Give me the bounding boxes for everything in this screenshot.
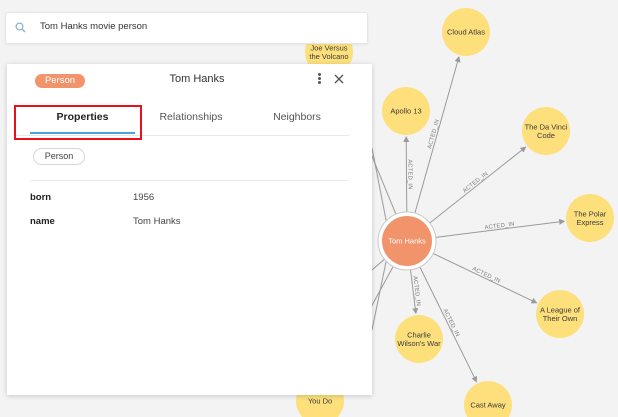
movie-node[interactable]: The Da VinciCode <box>522 107 570 155</box>
movie-node[interactable]: The PolarExpress <box>566 194 614 242</box>
edge-label: ACTED_IN <box>462 171 489 194</box>
movie-node-label: Cast Away <box>470 401 506 410</box>
movie-node[interactable]: Cast Away <box>464 381 512 417</box>
person-node-label: Tom Hanks <box>388 237 426 246</box>
tab-neighbors[interactable]: Neighbors <box>252 108 342 136</box>
section-divider <box>30 180 348 181</box>
search-input[interactable]: Tom Hanks movie person <box>40 21 147 32</box>
node-label-badge[interactable]: Person <box>35 74 85 88</box>
movie-node[interactable]: Cloud Atlas <box>442 8 490 56</box>
movie-node-label: Their Own <box>543 314 578 323</box>
search-bar[interactable]: Tom Hanks movie person <box>5 12 368 44</box>
movie-node-label: the Volcano <box>309 52 348 61</box>
movie-node[interactable]: Apollo 13 <box>382 87 430 135</box>
movie-node[interactable]: CharlieWilson's War <box>395 315 443 363</box>
person-node[interactable]: Tom Hanks <box>377 211 437 271</box>
more-options-icon[interactable] <box>315 72 323 86</box>
search-icon <box>15 22 26 33</box>
panel-title: Tom Hanks <box>169 73 225 85</box>
property-value-born: 1956 <box>133 192 155 203</box>
movie-node-label: You Do <box>308 397 332 406</box>
property-key-born: born <box>30 192 52 203</box>
node-inspector-panel: Person Tom Hanks Properties Relationship… <box>7 64 372 395</box>
movie-node-label: Code <box>537 131 555 140</box>
close-icon[interactable] <box>332 72 346 86</box>
property-value-name: Tom Hanks <box>133 216 181 227</box>
highlight-box <box>14 105 142 140</box>
movie-node-label: Wilson's War <box>397 339 441 348</box>
edge-label: ACTED_IN <box>471 266 501 284</box>
edge-label: ACTED_IN <box>406 159 412 189</box>
movie-node-label: Apollo 13 <box>390 107 421 116</box>
edge-label: ACTED_IN <box>441 308 460 338</box>
edge-label: ACTED_IN <box>427 119 441 150</box>
label-pill[interactable]: Person <box>33 148 85 165</box>
property-key-name: name <box>30 216 55 227</box>
tab-relationships[interactable]: Relationships <box>143 108 239 136</box>
movie-node-label: Express <box>576 218 603 227</box>
movie-node[interactable]: A League ofTheir Own <box>536 290 584 338</box>
movie-node-label: Cloud Atlas <box>447 28 485 37</box>
